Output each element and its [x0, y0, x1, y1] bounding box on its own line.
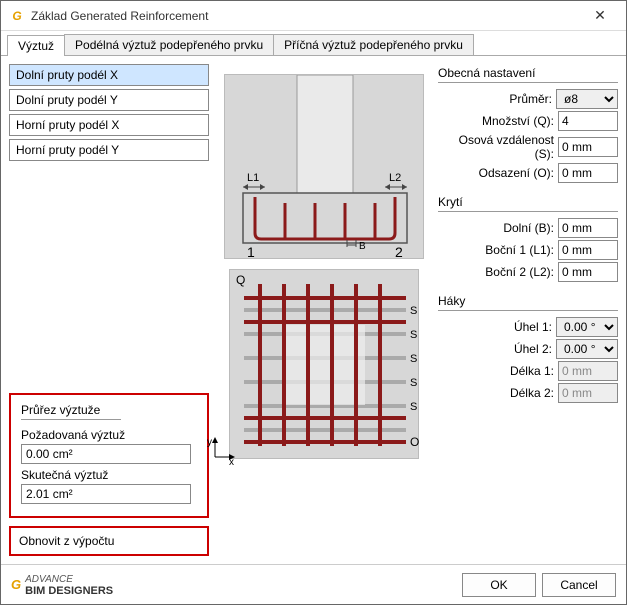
left-column: Dolní pruty podél X Dolní pruty podél Y …	[9, 64, 209, 556]
offset-label: Odsazení (O):	[479, 166, 554, 180]
label-o: O	[410, 435, 419, 449]
label-l2: L2	[389, 172, 401, 184]
bar-item-bottom-y[interactable]: Dolní pruty podél Y	[9, 89, 209, 111]
window-title: Základ Generated Reinforcement	[31, 9, 580, 23]
tab-reinforcement[interactable]: Výztuž	[7, 35, 65, 56]
angle2-label: Úhel 2:	[514, 342, 552, 356]
bottom-label: Dolní (B):	[503, 221, 554, 235]
required-input[interactable]	[21, 444, 191, 464]
diameter-label: Průměr:	[509, 92, 552, 106]
qty-input[interactable]	[558, 111, 618, 131]
hooks-title: Háky	[438, 294, 618, 308]
brand: G ADVANCE BIM DESIGNERS	[11, 573, 113, 597]
brand-icon: G	[11, 577, 21, 592]
len2-label: Délka 2:	[510, 386, 554, 400]
len2-input	[558, 383, 618, 403]
close-icon: ✕	[594, 7, 606, 24]
label-1: 1	[247, 244, 255, 260]
plan-diagram: Q S S S S S O	[229, 269, 419, 459]
label-s1: S	[410, 305, 417, 317]
group-general: Obecná nastavení Průměr: ø8 Množství (Q)…	[438, 64, 618, 185]
angle1-label: Úhel 1:	[514, 320, 552, 334]
ok-button[interactable]: OK	[462, 573, 536, 597]
titlebar: G Základ Generated Reinforcement ✕	[1, 1, 626, 31]
content-area: Dolní pruty podél X Dolní pruty podél Y …	[1, 56, 626, 564]
side1-label: Boční 1 (L1):	[485, 243, 554, 257]
general-title: Obecná nastavení	[438, 66, 618, 80]
actual-label: Skutečná výztuž	[21, 468, 197, 482]
diameter-select[interactable]: ø8	[556, 89, 618, 109]
brand-main: BIM DESIGNERS	[25, 585, 113, 597]
bar-item-bottom-x[interactable]: Dolní pruty podél X	[9, 64, 209, 86]
label-s3: S	[410, 353, 417, 365]
label-s2: S	[410, 329, 417, 341]
side1-input[interactable]	[558, 240, 618, 260]
len1-input	[558, 361, 618, 381]
qty-label: Množství (Q):	[482, 114, 554, 128]
label-b: B	[359, 241, 366, 252]
tab-strip: Výztuž Podélná výztuž podepřeného prvku …	[1, 31, 626, 56]
actual-input[interactable]	[21, 484, 191, 504]
restore-button[interactable]: Obnovit z výpočtu	[9, 526, 209, 556]
side2-label: Boční 2 (L2):	[485, 265, 554, 279]
tab-transverse[interactable]: Příčná výztuž podepřeného prvku	[273, 34, 474, 55]
brand-top: ADVANCE	[25, 574, 73, 585]
diagram-column: L1 L2 B 1 2	[217, 64, 430, 556]
angle1-select[interactable]: 0.00 °	[556, 317, 618, 337]
label-q: Q	[236, 273, 245, 287]
side2-input[interactable]	[558, 262, 618, 282]
required-label: Požadovaná výztuž	[21, 428, 197, 442]
svg-text:x: x	[229, 457, 234, 465]
len1-label: Délka 1:	[510, 364, 554, 378]
axes-icon: y x	[207, 435, 237, 465]
elevation-diagram: L1 L2 B 1 2	[224, 74, 424, 259]
bar-item-top-y[interactable]: Horní pruty podél Y	[9, 139, 209, 161]
label-s4: S	[410, 377, 417, 389]
close-button[interactable]: ✕	[580, 2, 620, 30]
app-icon: G	[9, 8, 25, 24]
plan-diagram-wrap: Q S S S S S O y x	[229, 269, 419, 459]
bar-list: Dolní pruty podél X Dolní pruty podél Y …	[9, 64, 209, 161]
label-l1: L1	[247, 172, 259, 184]
tab-longitudinal[interactable]: Podélná výztuž podepřeného prvku	[64, 34, 274, 55]
cancel-button[interactable]: Cancel	[542, 573, 616, 597]
footer: G ADVANCE BIM DESIGNERS OK Cancel	[1, 564, 626, 604]
bottom-input[interactable]	[558, 218, 618, 238]
section-box: Průřez výztuže Požadovaná výztuž Skutečn…	[9, 393, 209, 518]
label-2: 2	[395, 244, 403, 260]
section-title: Průřez výztuže	[21, 403, 197, 417]
right-column: Obecná nastavení Průměr: ø8 Množství (Q)…	[438, 64, 618, 556]
group-cover: Krytí Dolní (B): Boční 1 (L1): Boční 2 (…	[438, 193, 618, 284]
bar-item-top-x[interactable]: Horní pruty podél X	[9, 114, 209, 136]
offset-input[interactable]	[558, 163, 618, 183]
angle2-select[interactable]: 0.00 °	[556, 339, 618, 359]
section-rule	[21, 419, 121, 420]
svg-text:y: y	[207, 437, 212, 448]
spacing-label: Osová vzdálenost (S):	[438, 133, 554, 161]
spacing-input[interactable]	[558, 137, 618, 157]
cover-title: Krytí	[438, 195, 618, 209]
label-s5: S	[410, 401, 417, 413]
group-hooks: Háky Úhel 1: 0.00 ° Úhel 2: 0.00 ° Délka…	[438, 292, 618, 405]
